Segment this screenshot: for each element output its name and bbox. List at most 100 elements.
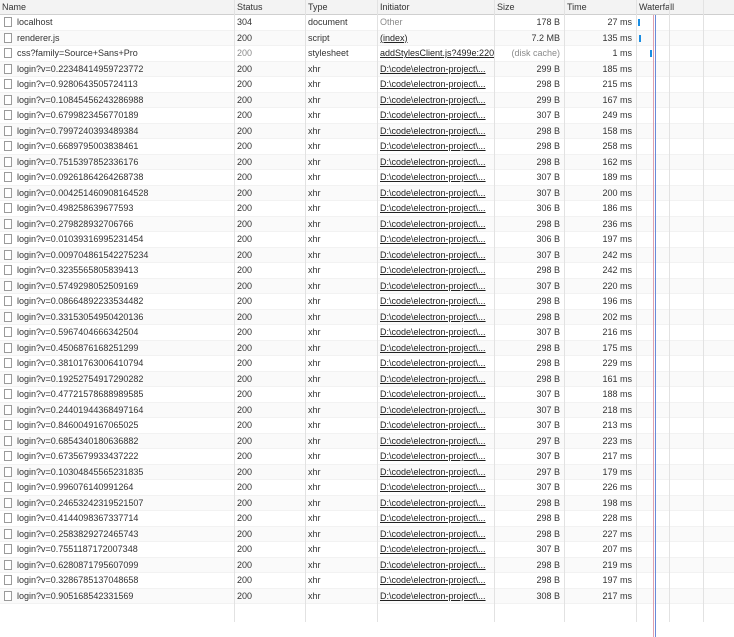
request-initiator[interactable]: D:\code\electron-project\... [377, 124, 494, 139]
request-initiator[interactable]: D:\code\electron-project\... [377, 155, 494, 170]
request-name[interactable]: login?v=0.6689795003838461 [0, 139, 234, 154]
initiator-link[interactable]: D:\code\electron-project\... [380, 265, 486, 275]
table-row[interactable]: login?v=0.5749298052509169 200 xhr D:\code\… [0, 278, 734, 294]
initiator-link[interactable]: D:\code\electron-project\... [380, 467, 486, 477]
request-initiator[interactable]: D:\code\electron-project\... [377, 496, 494, 511]
initiator-link[interactable]: D:\code\electron-project\... [380, 79, 486, 89]
request-initiator[interactable]: D:\code\electron-project\... [377, 279, 494, 294]
column-divider[interactable] [564, 0, 565, 622]
initiator-link[interactable]: D:\code\electron-project\... [380, 203, 486, 213]
initiator-link[interactable]: D:\code\electron-project\... [380, 250, 486, 260]
initiator-link[interactable]: D:\code\electron-project\... [380, 312, 486, 322]
request-name[interactable]: login?v=0.6735679933437222 [0, 449, 234, 464]
table-row[interactable]: login?v=0.9280643505724113 200 xhr D:\code\… [0, 77, 734, 93]
request-name[interactable]: login?v=0.4144098367337714 [0, 511, 234, 526]
request-initiator[interactable]: D:\code\electron-project\... [377, 449, 494, 464]
request-name[interactable]: localhost [0, 15, 234, 30]
initiator-link[interactable]: D:\code\electron-project\... [380, 126, 486, 136]
table-row[interactable]: login?v=0.08664892233534482 200 xhr D:\code… [0, 294, 734, 310]
initiator-link[interactable]: D:\code\electron-project\... [380, 281, 486, 291]
initiator-link[interactable]: D:\code\electron-project\... [380, 188, 486, 198]
table-row[interactable]: login?v=0.905168542331569 200 xhr D:\code\e… [0, 588, 734, 604]
request-initiator[interactable]: D:\code\electron-project\... [377, 77, 494, 92]
request-initiator[interactable]: D:\code\electron-project\... [377, 248, 494, 263]
request-name[interactable]: login?v=0.10304845565231835 [0, 465, 234, 480]
request-name[interactable]: login?v=0.47721578688989585 [0, 387, 234, 402]
request-name[interactable]: login?v=0.7997240393489384 [0, 124, 234, 139]
column-header-time[interactable]: Time [564, 0, 636, 14]
request-name[interactable]: login?v=0.6854340180636882 [0, 434, 234, 449]
request-name[interactable]: login?v=0.6280871795607099 [0, 558, 234, 573]
table-row[interactable]: login?v=0.22348414959723772 200 xhr D:\code… [0, 61, 734, 77]
table-row[interactable]: login?v=0.3235565805839413 200 xhr D:\code\… [0, 263, 734, 279]
table-row[interactable]: login?v=0.498258639677593 200 xhr D:\code\e… [0, 201, 734, 217]
request-name[interactable]: login?v=0.33153054950420136 [0, 310, 234, 325]
request-initiator[interactable]: D:\code\electron-project\... [377, 310, 494, 325]
initiator-link[interactable]: (index) [380, 33, 408, 43]
request-initiator[interactable]: D:\code\electron-project\... [377, 558, 494, 573]
initiator-link[interactable]: D:\code\electron-project\... [380, 234, 486, 244]
request-initiator[interactable]: D:\code\electron-project\... [377, 217, 494, 232]
request-name[interactable]: login?v=0.6799823456770189 [0, 108, 234, 123]
initiator-link[interactable]: D:\code\electron-project\... [380, 389, 486, 399]
request-name[interactable]: login?v=0.279828932706766 [0, 217, 234, 232]
table-row[interactable]: login?v=0.004251460908164528 200 xhr D:\cod… [0, 185, 734, 201]
request-name[interactable]: login?v=0.7515397852336176 [0, 155, 234, 170]
request-name[interactable]: login?v=0.498258639677593 [0, 201, 234, 216]
request-initiator[interactable]: D:\code\electron-project\... [377, 372, 494, 387]
table-row[interactable]: login?v=0.4506876168251299 200 xhr D:\code\… [0, 340, 734, 356]
initiator-link[interactable]: D:\code\electron-project\... [380, 64, 486, 74]
initiator-link[interactable]: D:\code\electron-project\... [380, 575, 486, 585]
request-name[interactable]: login?v=0.9280643505724113 [0, 77, 234, 92]
initiator-link[interactable]: D:\code\electron-project\... [380, 420, 486, 430]
table-row[interactable]: login?v=0.3286785137048658 200 xhr D:\code\… [0, 573, 734, 589]
table-row[interactable]: login?v=0.7515397852336176 200 xhr D:\code\… [0, 154, 734, 170]
table-row[interactable]: login?v=0.38101763006410794 200 xhr D:\code… [0, 356, 734, 372]
table-row[interactable]: login?v=0.7551187172007348 200 xhr D:\code\… [0, 542, 734, 558]
table-row[interactable]: login?v=0.01039316995231454 200 xhr D:\code… [0, 232, 734, 248]
column-header-size[interactable]: Size [494, 0, 564, 14]
column-divider[interactable] [234, 0, 235, 622]
request-name[interactable]: login?v=0.19252754917290282 [0, 372, 234, 387]
table-row[interactable]: login?v=0.24653242319521507 200 xhr D:\code… [0, 495, 734, 511]
initiator-link[interactable]: D:\code\electron-project\... [380, 343, 486, 353]
request-initiator[interactable]: D:\code\electron-project\... [377, 434, 494, 449]
request-initiator[interactable]: D:\code\electron-project\... [377, 387, 494, 402]
table-row[interactable]: login?v=0.6280871795607099 200 xhr D:\code\… [0, 557, 734, 573]
request-initiator[interactable]: D:\code\electron-project\... [377, 589, 494, 604]
column-header-initiator[interactable]: Initiator [377, 0, 494, 14]
request-initiator[interactable]: D:\code\electron-project\... [377, 527, 494, 542]
table-row[interactable]: login?v=0.5967404666342504 200 xhr D:\code\… [0, 325, 734, 341]
request-initiator[interactable]: D:\code\electron-project\... [377, 93, 494, 108]
request-name[interactable]: login?v=0.7551187172007348 [0, 542, 234, 557]
request-initiator[interactable]: D:\code\electron-project\... [377, 511, 494, 526]
initiator-link[interactable]: D:\code\electron-project\... [380, 374, 486, 384]
request-name[interactable]: login?v=0.08664892233534482 [0, 294, 234, 309]
request-name[interactable]: login?v=0.8460049167065025 [0, 418, 234, 433]
table-row[interactable]: login?v=0.4144098367337714 200 xhr D:\code\… [0, 511, 734, 527]
table-row[interactable]: login?v=0.24401944368497164 200 xhr D:\code… [0, 402, 734, 418]
request-name[interactable]: login?v=0.10845456243286988 [0, 93, 234, 108]
request-initiator[interactable]: D:\code\electron-project\... [377, 418, 494, 433]
table-row[interactable]: login?v=0.8460049167065025 200 xhr D:\code\… [0, 418, 734, 434]
table-row[interactable]: login?v=0.10304845565231835 200 xhr D:\code… [0, 464, 734, 480]
table-row[interactable]: login?v=0.2583829272465743 200 xhr D:\code\… [0, 526, 734, 542]
request-initiator[interactable]: D:\code\electron-project\... [377, 170, 494, 185]
request-name[interactable]: login?v=0.3235565805839413 [0, 263, 234, 278]
request-name[interactable]: login?v=0.01039316995231454 [0, 232, 234, 247]
table-row[interactable]: login?v=0.6689795003838461 200 xhr D:\code\… [0, 139, 734, 155]
initiator-link[interactable]: D:\code\electron-project\... [380, 513, 486, 523]
initiator-link[interactable]: D:\code\electron-project\... [380, 498, 486, 508]
initiator-link[interactable]: D:\code\electron-project\... [380, 451, 486, 461]
request-initiator[interactable]: D:\code\electron-project\... [377, 341, 494, 356]
initiator-link[interactable]: D:\code\electron-project\... [380, 405, 486, 415]
table-row[interactable]: login?v=0.6854340180636882 200 xhr D:\code\… [0, 433, 734, 449]
request-initiator[interactable]: D:\code\electron-project\... [377, 403, 494, 418]
initiator-link[interactable]: D:\code\electron-project\... [380, 482, 486, 492]
column-header-name[interactable]: Name [0, 0, 234, 14]
initiator-link[interactable]: D:\code\electron-project\... [380, 172, 486, 182]
request-initiator[interactable]: D:\code\electron-project\... [377, 465, 494, 480]
table-row[interactable]: css?family=Source+Sans+Pro 200 stylesheet a… [0, 46, 734, 62]
request-initiator[interactable]: D:\code\electron-project\... [377, 573, 494, 588]
request-initiator[interactable]: D:\code\electron-project\... [377, 356, 494, 371]
